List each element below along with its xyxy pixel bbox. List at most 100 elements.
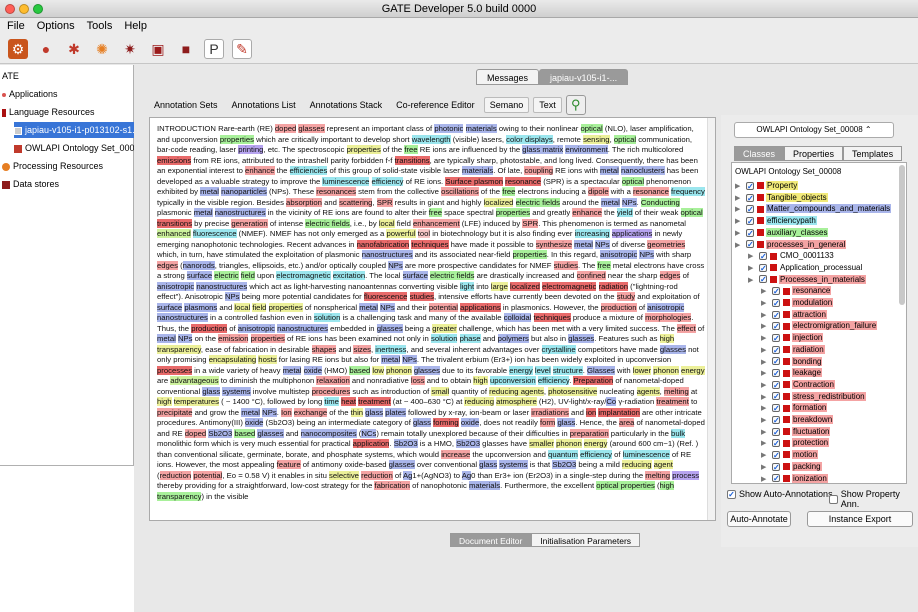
annotation-highlight[interactable]: techniques <box>533 313 571 322</box>
expand-arrow-icon[interactable]: ▶ <box>748 251 756 262</box>
annotation-highlight[interactable]: fluorescence <box>363 292 408 301</box>
annotation-highlight[interactable]: phonon <box>386 365 412 375</box>
annotation-highlight[interactable]: Ion <box>280 407 292 417</box>
annotation-highlight[interactable]: phonon <box>653 365 679 375</box>
expand-arrow-icon[interactable]: ▶ <box>761 298 769 309</box>
annotation-highlight[interactable]: systems <box>499 460 528 469</box>
annotation-highlight[interactable]: phonon <box>556 439 582 448</box>
annotation-highlight[interactable]: large <box>490 281 508 291</box>
expand-arrow-icon[interactable]: ▶ <box>735 228 743 239</box>
instance-export-button[interactable]: Instance Export <box>807 511 913 527</box>
annotation-highlight[interactable]: precipitate <box>157 407 193 417</box>
annotation-highlight[interactable]: metal <box>200 187 219 196</box>
menu-options[interactable]: Options <box>37 18 75 35</box>
annotation-highlight[interactable]: glasses <box>376 323 403 333</box>
expand-arrow-icon[interactable]: ▶ <box>761 321 769 332</box>
annotation-highlight[interactable]: glasses <box>257 428 284 438</box>
ontology-node[interactable]: ▶ ✓ radiation <box>761 344 825 355</box>
load-application-icon[interactable]: ⚙ <box>8 39 28 59</box>
annotation-highlight[interactable]: confined <box>576 271 606 280</box>
annotation-highlight[interactable]: surface <box>157 302 183 312</box>
ontology-node[interactable]: ▶ ✓ efficiencypath <box>735 215 817 226</box>
annotation-highlight[interactable]: Sb2O3 <box>552 460 577 469</box>
annotation-highlight[interactable]: electromagnetic <box>276 271 331 280</box>
checkbox-icon[interactable]: ✓ <box>772 310 780 319</box>
ontology-node[interactable]: ▶ ✓ leakage <box>761 367 823 379</box>
annotation-highlight[interactable]: techniques <box>411 239 449 249</box>
close-window-button[interactable] <box>5 4 15 14</box>
annotation-highlight[interactable]: frequency <box>671 187 705 196</box>
annotation-highlight[interactable]: area <box>619 418 635 427</box>
annotation-highlight[interactable]: properties <box>512 250 547 259</box>
annotation-highlight[interactable]: time <box>324 397 339 406</box>
pane-icon[interactable]: P <box>204 39 224 59</box>
annotation-highlight[interactable]: plasmons <box>184 302 218 312</box>
semano-button[interactable]: Semano <box>483 97 530 113</box>
expand-arrow-icon[interactable]: ▶ <box>761 415 769 426</box>
annotation-highlight[interactable]: powerful <box>386 229 416 238</box>
annotation-highlight[interactable]: reducing <box>464 397 494 406</box>
annotations-list-button[interactable]: Annotations List <box>227 98 301 112</box>
document-scrollbar[interactable] <box>707 118 715 520</box>
annotation-highlight[interactable]: high <box>473 376 488 385</box>
checkbox-icon[interactable]: ✓ <box>759 263 767 272</box>
annotation-highlight[interactable]: shapes <box>311 344 337 354</box>
annotation-highlight[interactable]: increase <box>441 449 471 459</box>
expand-arrow-icon[interactable]: ▶ <box>761 368 769 379</box>
annotation-highlight[interactable]: light <box>460 281 475 291</box>
maximize-window-button[interactable] <box>33 4 43 14</box>
annotation-highlight[interactable]: nanocomposites <box>300 428 357 438</box>
ontology-node[interactable]: ▶ ✓ attraction <box>761 309 827 320</box>
annotation-highlight[interactable]: polymers <box>497 334 529 343</box>
expand-arrow-icon[interactable]: ▶ <box>735 216 743 227</box>
tab-document-editor[interactable]: Document Editor <box>450 533 532 547</box>
annotation-highlight[interactable]: surface <box>402 271 428 280</box>
annotation-highlight[interactable]: forming <box>433 418 459 427</box>
annotation-highlight[interactable]: materials <box>462 166 494 175</box>
annotation-highlight[interactable]: local <box>234 302 251 312</box>
annotation-highlight[interactable]: coupling <box>524 166 554 175</box>
annotation-highlight[interactable]: NPs <box>639 250 655 259</box>
checkbox-icon[interactable]: ✓ <box>746 193 754 202</box>
new-pr-icon[interactable]: ✱ <box>64 39 84 59</box>
annotation-highlight[interactable]: melting <box>645 470 671 480</box>
menu-tools[interactable]: Tools <box>87 18 113 35</box>
tab-document[interactable]: japiau-v105-i1-... <box>539 69 629 85</box>
annotation-highlight[interactable]: anisotropic <box>157 281 195 291</box>
annotation-highlight[interactable]: bulk <box>671 428 686 438</box>
annotation-highlight[interactable]: field <box>240 271 255 280</box>
annotation-highlight[interactable]: surface <box>186 271 213 280</box>
ontology-node[interactable]: ▶ ✓ breakdown <box>761 414 834 426</box>
annotation-highlight[interactable]: NPs <box>595 239 610 249</box>
annotation-highlight[interactable]: advantageous <box>170 376 219 385</box>
expand-arrow-icon[interactable]: ▶ <box>761 427 769 438</box>
ontology-node[interactable]: ▶ ✓ electromigration_failure <box>761 320 878 332</box>
annotation-highlight[interactable]: resonance <box>632 187 669 196</box>
annotation-highlight[interactable]: nanoclusters <box>621 166 665 175</box>
tree-applications[interactable]: Applications <box>2 86 134 102</box>
annotation-highlight[interactable]: metal <box>574 239 593 249</box>
annotation-highlight[interactable]: SPR <box>376 197 393 207</box>
annotation-highlight[interactable]: low <box>372 365 384 375</box>
annotation-highlight[interactable]: excitation <box>332 271 366 280</box>
checkbox-unchecked-icon[interactable] <box>829 494 838 504</box>
checkbox-icon[interactable]: ✓ <box>772 369 780 378</box>
annotation-highlight[interactable]: NPs <box>262 407 277 417</box>
annotation-highlight[interactable]: glass <box>557 418 576 427</box>
annotation-highlight[interactable]: thin <box>350 407 364 417</box>
annotation-highlight[interactable]: glasses <box>413 365 440 375</box>
annotation-highlight[interactable]: reduction <box>159 470 192 480</box>
annotation-highlight[interactable]: luminescence <box>622 449 670 459</box>
annotation-highlight[interactable]: production <box>191 323 228 333</box>
expand-arrow-icon[interactable]: ▶ <box>761 403 769 414</box>
expand-arrow-icon[interactable]: ▶ <box>761 450 769 461</box>
annotation-highlight[interactable]: NPs <box>380 302 395 312</box>
annotation-highlight[interactable]: local <box>378 218 395 228</box>
annotation-highlight[interactable]: localized <box>510 281 540 291</box>
annotation-highlight[interactable]: Ag <box>402 470 413 480</box>
annotation-highlight[interactable]: crystalline <box>541 344 576 354</box>
checkbox-icon[interactable]: ✓ <box>772 298 780 307</box>
annotation-highlight[interactable]: generation <box>231 218 268 228</box>
annotation-highlight[interactable]: oscillations <box>441 187 479 196</box>
expand-arrow-icon[interactable]: ▶ <box>761 380 769 391</box>
